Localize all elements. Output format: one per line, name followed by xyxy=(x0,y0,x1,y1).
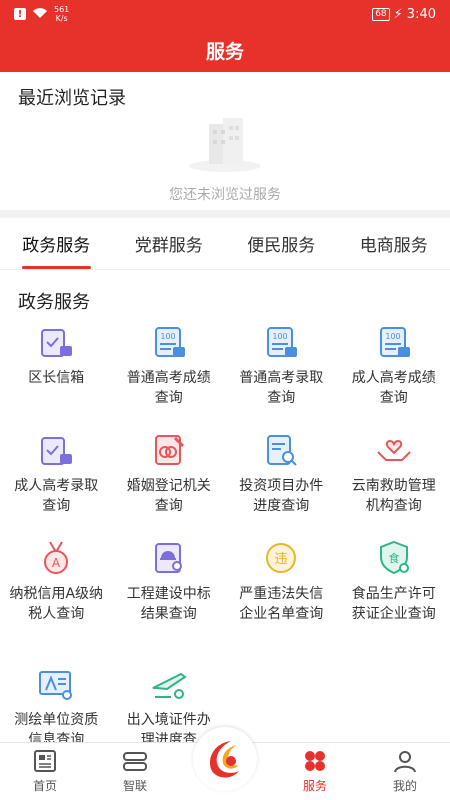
helping-hands-icon xyxy=(374,430,414,470)
food-license-icon: 食 xyxy=(374,538,414,578)
grid-dots-icon xyxy=(302,748,328,774)
score-100-icon: 100 xyxy=(261,322,301,362)
tab-party[interactable]: 党群服务 xyxy=(113,218,226,269)
service-label: 婚姻登记机关查询 xyxy=(126,478,211,514)
nav-label: 我的 xyxy=(392,779,417,793)
nav-label: 智联 xyxy=(122,779,147,793)
nav-service[interactable]: 服务 xyxy=(270,743,360,800)
document-search-icon xyxy=(261,430,301,470)
status-bar: ! 561 K/s 68 ⚡ 3:40 xyxy=(0,0,450,28)
svg-text:100: 100 xyxy=(160,332,175,341)
service-label: 普通高考录取查询 xyxy=(239,370,324,406)
tab-ecommerce[interactable]: 电商服务 xyxy=(338,218,450,269)
service-item[interactable]: 工程建设中标结果查询 xyxy=(113,534,226,660)
layers-icon xyxy=(122,748,148,774)
service-label: 纳税信用A级纳税人查询 xyxy=(9,586,104,622)
network-speed: 561 K/s xyxy=(54,5,70,23)
svg-text:违: 违 xyxy=(275,552,288,567)
service-label: 成人高考录取查询 xyxy=(14,478,99,514)
service-item[interactable]: 云南救助管理机构查询 xyxy=(338,426,450,534)
airplane-search-icon xyxy=(149,664,189,704)
surveying-icon xyxy=(36,664,76,704)
service-item[interactable]: 婚姻登记机关查询 xyxy=(113,426,226,534)
empty-building-icon xyxy=(183,114,263,174)
newspaper-icon xyxy=(32,748,58,774)
score-100-icon: 100 xyxy=(149,322,189,362)
section-divider xyxy=(0,210,450,218)
medal-a-icon: A xyxy=(36,538,76,578)
tab-convenience[interactable]: 便民服务 xyxy=(225,218,338,269)
service-label: 云南救助管理机构查询 xyxy=(351,478,436,514)
service-item[interactable]: 100 成人高考成绩查询 xyxy=(338,318,450,426)
tab-government[interactable]: 政务服务 xyxy=(0,218,113,269)
mailbox-check-icon xyxy=(36,322,76,362)
service-label: 成人高考成绩查询 xyxy=(351,370,436,406)
service-item[interactable]: 100 普通高考录取查询 xyxy=(225,318,338,426)
service-label: 区长信箱 xyxy=(28,370,85,386)
service-tabs: 政务服务 党群服务 便民服务 电商服务 xyxy=(0,218,450,270)
svg-text:100: 100 xyxy=(385,332,400,341)
nav-label: 服务 xyxy=(302,779,327,793)
center-logo-icon[interactable] xyxy=(193,727,257,791)
nav-home[interactable]: 首页 xyxy=(0,743,90,800)
service-grid: 区长信箱 100 普通高考成绩查询 100 普通高考录取查询 100 成人高考成… xyxy=(0,318,450,768)
service-item[interactable]: 违 严重违法失信企业名单查询 xyxy=(225,534,338,660)
empty-state-text: 您还未浏览过服务 xyxy=(169,187,281,203)
mailbox-check-icon xyxy=(36,430,76,470)
construction-search-icon xyxy=(149,538,189,578)
svg-text:100: 100 xyxy=(273,332,288,341)
user-icon xyxy=(392,748,418,774)
svg-text:A: A xyxy=(52,556,61,570)
service-label: 工程建设中标结果查询 xyxy=(126,586,211,622)
nav-zhilian[interactable]: 智联 xyxy=(90,743,180,800)
nav-label: 首页 xyxy=(32,779,57,793)
violation-badge-icon: 违 xyxy=(261,538,301,578)
service-item[interactable]: 食 食品生产许可获证企业查询 xyxy=(338,534,450,660)
marriage-certificate-icon xyxy=(149,430,189,470)
charging-icon: ⚡ xyxy=(393,6,403,22)
service-item[interactable]: 100 普通高考成绩查询 xyxy=(113,318,226,426)
clock: 3:40 xyxy=(406,6,436,22)
service-item[interactable]: 区长信箱 xyxy=(0,318,113,426)
recent-title: 最近浏览记录 xyxy=(18,88,126,109)
score-100-icon: 100 xyxy=(374,322,414,362)
bottom-nav: 首页 智联 服务 我的 xyxy=(0,727,450,800)
service-label: 严重违法失信企业名单查询 xyxy=(239,586,324,622)
notification-icon: ! xyxy=(14,8,26,20)
service-item[interactable]: 成人高考录取查询 xyxy=(0,426,113,534)
nav-center[interactable] xyxy=(180,727,270,800)
service-label: 投资项目办件进度查询 xyxy=(239,478,324,514)
service-label: 普通高考成绩查询 xyxy=(126,370,211,406)
section-title: 政务服务 xyxy=(18,292,90,313)
service-item[interactable]: A 纳税信用A级纳税人查询 xyxy=(0,534,113,660)
wifi-icon xyxy=(32,7,48,22)
svg-text:食: 食 xyxy=(388,551,399,565)
service-label: 食品生产许可获证企业查询 xyxy=(351,586,436,622)
nav-mine[interactable]: 我的 xyxy=(360,743,450,800)
page-title: 服务 xyxy=(0,28,450,72)
battery-icon: 68 xyxy=(372,7,390,21)
service-item[interactable]: 投资项目办件进度查询 xyxy=(225,426,338,534)
